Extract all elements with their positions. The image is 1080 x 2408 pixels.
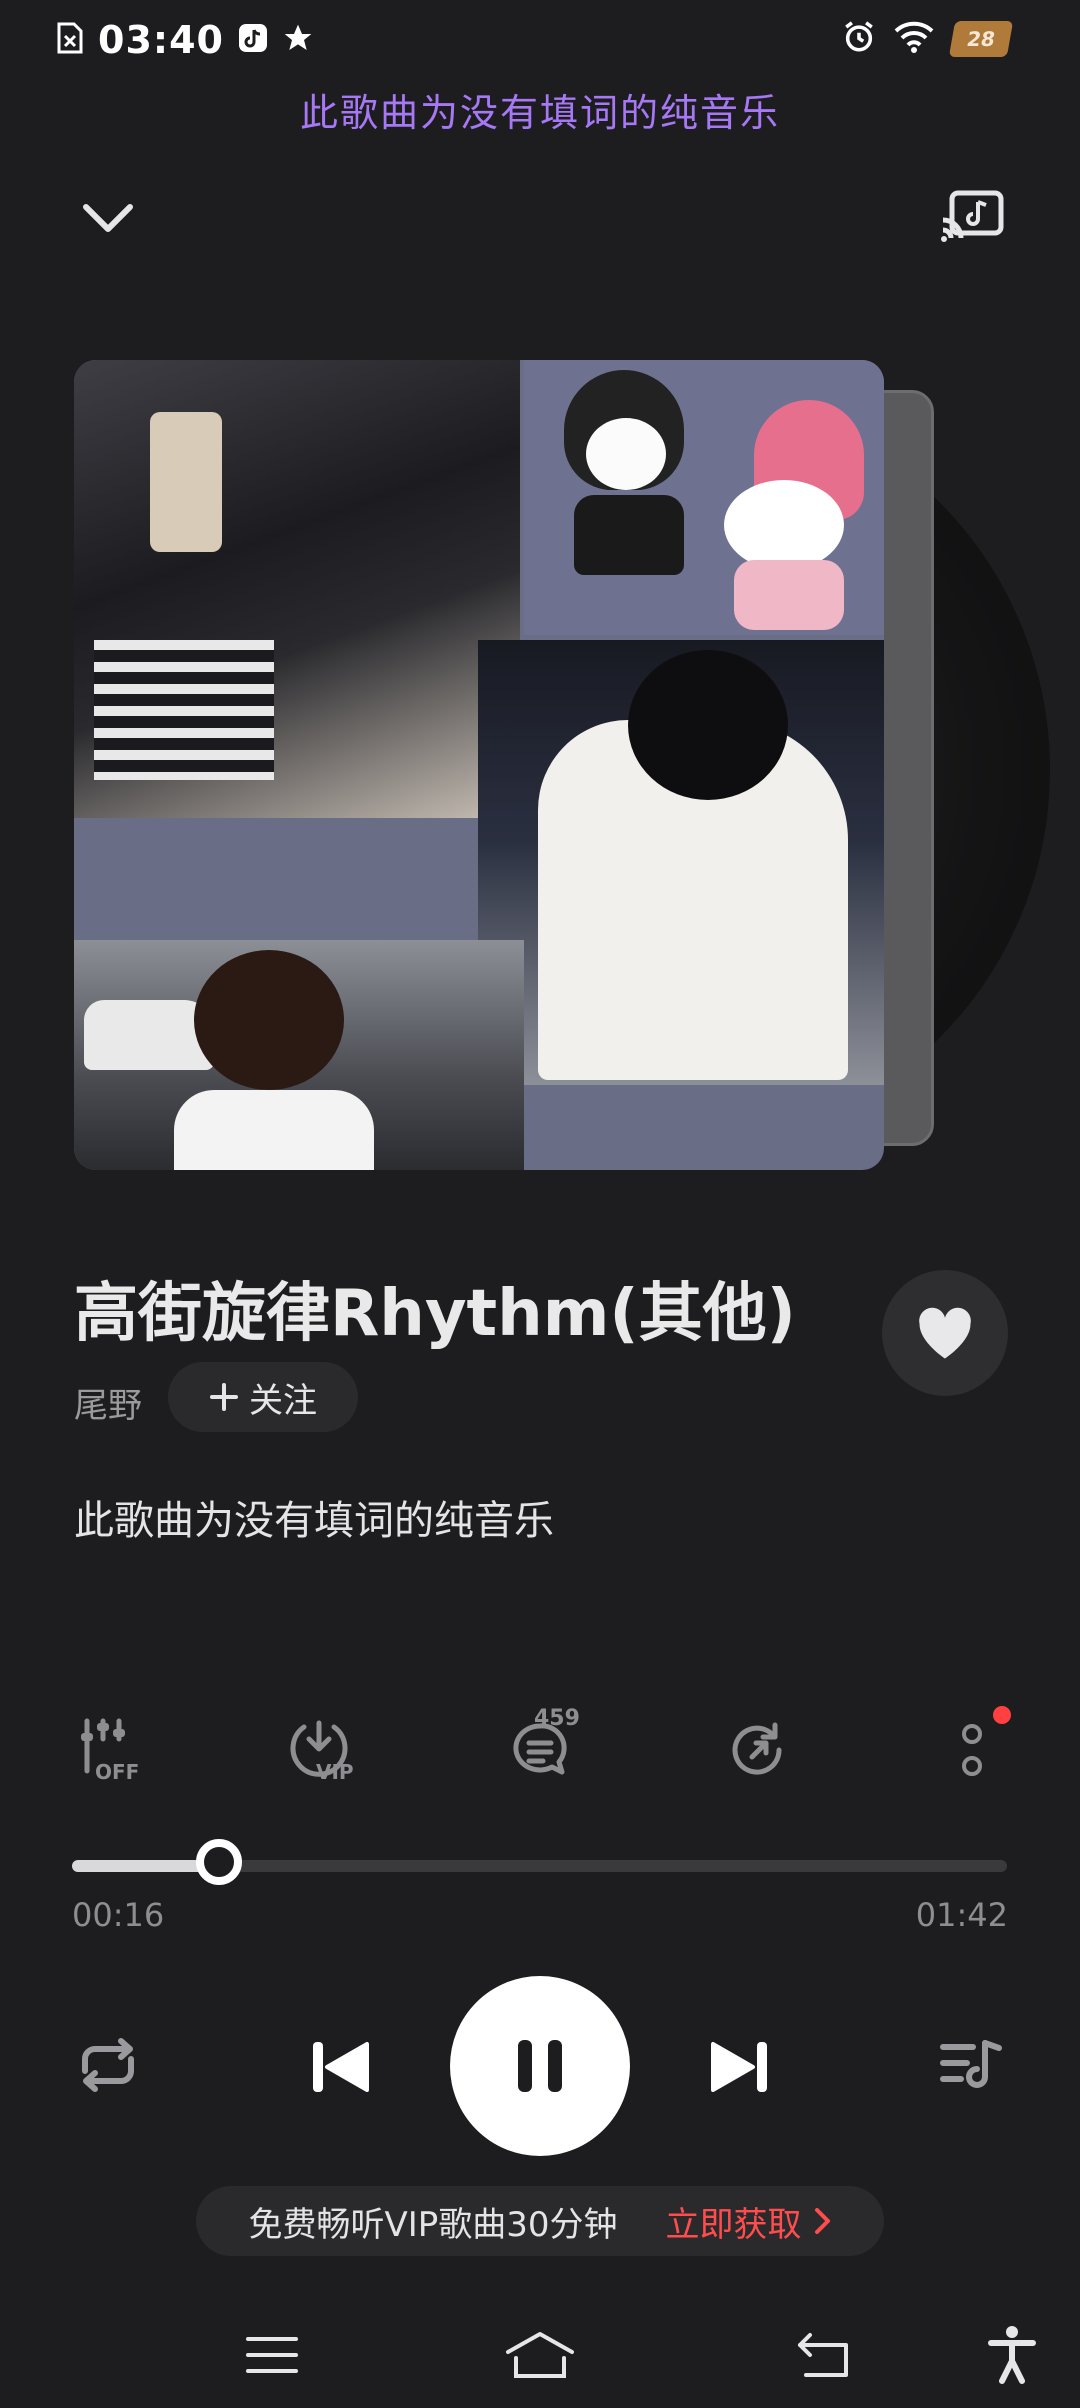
cover-photo-characters <box>524 360 884 635</box>
heart-icon <box>919 1307 971 1359</box>
star-icon <box>282 22 314 58</box>
next-icon <box>711 2042 767 2092</box>
current-time: 00:16 <box>72 1896 165 1934</box>
nav-home-icon[interactable] <box>500 2320 580 2390</box>
sound-effect-state: OFF <box>95 1760 139 1783</box>
song-title: 高街旋律Rhythm(其他) <box>74 1277 796 1351</box>
download-vip-icon: VIP <box>290 1720 354 1783</box>
repeat-button[interactable] <box>68 2030 148 2100</box>
follow-button[interactable]: 关注 <box>168 1362 358 1432</box>
status-left: 03:40 <box>56 18 314 62</box>
accessibility-icon[interactable] <box>972 2320 1052 2390</box>
pause-button[interactable] <box>450 1976 630 2156</box>
vip-cta-link[interactable]: 立即获取 <box>666 2197 832 2246</box>
total-time: 01:42 <box>915 1896 1008 1934</box>
follow-label: 关注 <box>249 1380 317 1421</box>
playlist-icon <box>940 2040 1002 2088</box>
status-right: 28 <box>842 20 1014 58</box>
chevron-down-icon[interactable] <box>78 188 138 248</box>
progress-thumb[interactable] <box>195 1839 242 1885</box>
vip-cta-label: 立即获取 <box>665 2204 802 2245</box>
sim-icon <box>56 21 84 59</box>
plus-icon <box>210 1383 238 1411</box>
cover-photo-street <box>74 940 524 1170</box>
cover-photo-hoodie <box>478 640 884 1085</box>
status-bar: 03:40 28 <box>0 0 1080 84</box>
nav-back-icon[interactable] <box>784 2320 864 2390</box>
comment-count: 459 <box>534 1706 580 1731</box>
vip-promo-banner[interactable]: 免费畅听VIP歌曲30分钟 立即获取 <box>196 2186 884 2256</box>
top-lyric: 此歌曲为没有填词的纯音乐 <box>299 91 780 135</box>
playlist-button[interactable] <box>932 2030 1012 2100</box>
tiktok-icon <box>238 23 268 57</box>
notification-dot <box>993 1706 1011 1724</box>
album-cover[interactable] <box>74 360 884 1170</box>
status-time: 03:40 <box>98 18 224 62</box>
sound-effect-button[interactable]: OFF <box>72 1710 152 1790</box>
chevron-right-icon <box>814 2208 830 2234</box>
lyric-line[interactable]: 此歌曲为没有填词的纯音乐 <box>74 1488 554 1546</box>
previous-button[interactable] <box>300 2030 380 2104</box>
next-button[interactable] <box>700 2030 780 2104</box>
progress-slider[interactable] <box>72 1839 1007 1885</box>
player-screen: 03:40 28 此歌曲为没有填词的纯音乐 高街旋律Rhythm(其他) 尾野 … <box>0 0 1080 2408</box>
previous-icon <box>313 2042 369 2092</box>
nav-menu-icon[interactable] <box>232 2320 312 2390</box>
more-vertical-icon <box>962 1724 982 1776</box>
cast-music-icon[interactable] <box>936 186 1008 248</box>
pause-icon <box>518 2040 562 2092</box>
artist-name[interactable]: 尾野 <box>74 1378 142 1427</box>
repeat-icon <box>82 2038 134 2092</box>
battery-icon: 28 <box>948 21 1014 57</box>
like-button[interactable] <box>882 1270 1008 1396</box>
replay-button[interactable] <box>718 1710 798 1790</box>
equalizer-icon: OFF <box>81 1718 139 1783</box>
replay-icon <box>732 1722 782 1775</box>
cover-photo-selfie <box>74 360 520 818</box>
wifi-icon <box>894 21 934 57</box>
download-button[interactable]: VIP <box>286 1710 366 1790</box>
alarm-icon <box>842 20 876 58</box>
system-nav-bar <box>0 2300 1080 2408</box>
vip-promo-text: 免费畅听VIP歌曲30分钟 <box>248 2204 618 2245</box>
download-badge: VIP <box>316 1760 354 1783</box>
